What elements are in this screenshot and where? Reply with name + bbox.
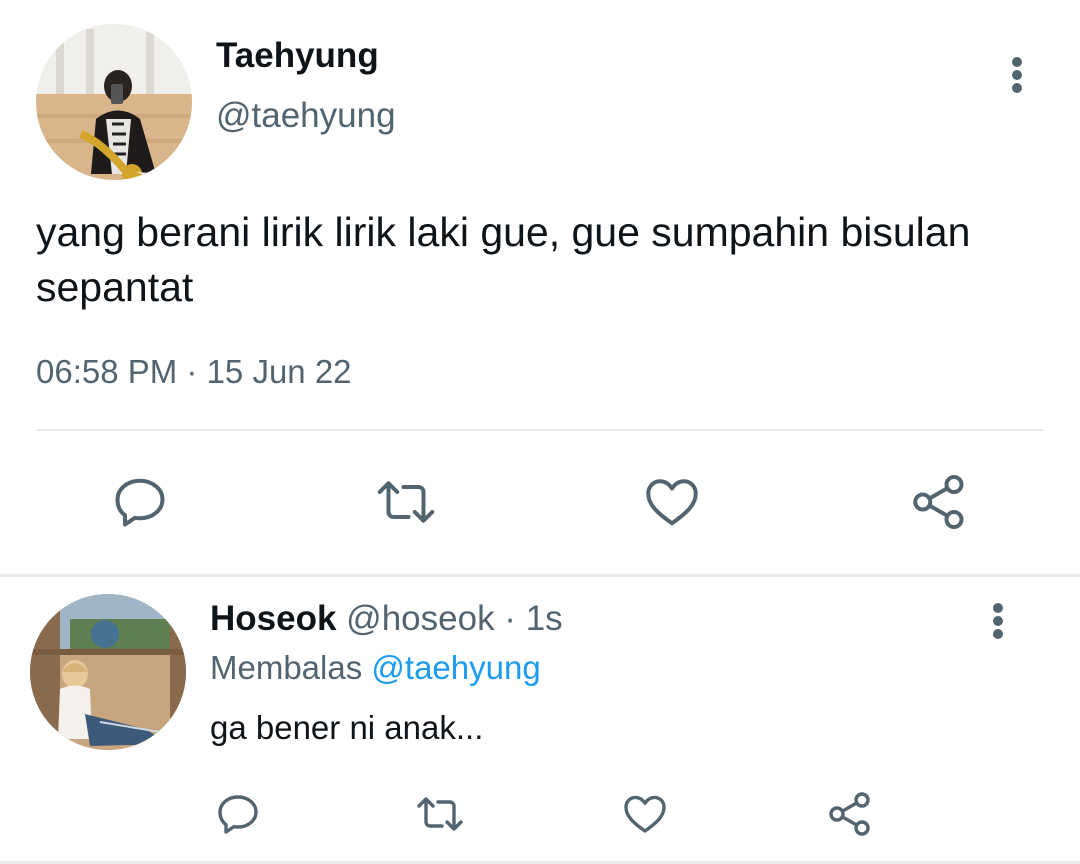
reply-more-options-icon[interactable] — [988, 603, 1008, 639]
reply-header: Hoseok @hoseok · 1s — [210, 599, 563, 639]
retweet-icon[interactable] — [414, 790, 466, 838]
avatar-photo-icon — [30, 594, 186, 750]
main-author-handle[interactable]: @taehyung — [216, 96, 396, 136]
main-tweet-timestamp: 06:58 PM · 15 Jun 22 — [36, 353, 352, 390]
reply-tweet-text: ga bener ni anak... — [210, 709, 484, 746]
main-tweet-text: yang berani lirik lirik laki gue, gue su… — [36, 209, 971, 310]
replying-to-mention[interactable]: @taehyung — [371, 649, 540, 686]
action-divider — [36, 429, 1044, 431]
reply-icon[interactable] — [110, 472, 170, 532]
main-tweet: Taehyung @taehyung yang berani lirik lir… — [0, 0, 1080, 577]
main-more-options-icon[interactable] — [1007, 57, 1027, 93]
replying-to-line: Membalas @taehyung — [210, 649, 541, 687]
meta-separator: · — [494, 599, 526, 638]
avatar-photo-icon — [36, 24, 192, 180]
like-icon[interactable] — [641, 472, 703, 532]
retweet-icon[interactable] — [373, 472, 439, 532]
reply-tweet[interactable]: Hoseok @hoseok · 1s Membalas @taehyung g… — [0, 577, 1080, 864]
share-icon[interactable] — [908, 472, 970, 532]
replying-to-prefix: Membalas — [210, 649, 363, 686]
like-icon[interactable] — [620, 790, 670, 838]
reply-author-handle[interactable]: @hoseok — [346, 599, 494, 638]
share-icon[interactable] — [825, 790, 875, 838]
reply-author-avatar[interactable] — [30, 594, 186, 750]
reply-author-name[interactable]: Hoseok — [210, 599, 336, 638]
reply-icon[interactable] — [214, 790, 262, 838]
reply-time-ago: 1s — [525, 599, 563, 638]
main-author-name[interactable]: Taehyung — [216, 36, 379, 76]
main-author-avatar[interactable] — [36, 24, 192, 180]
